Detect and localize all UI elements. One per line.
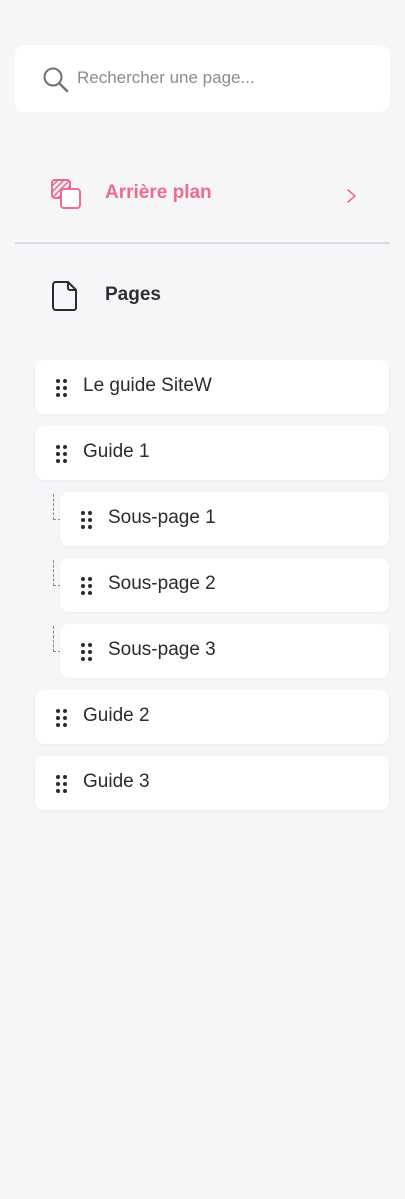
pages-section-label: Pages: [105, 284, 161, 305]
drag-handle-icon[interactable]: [55, 709, 69, 727]
page-item-sous-page-3[interactable]: Sous-page 3: [60, 624, 389, 678]
background-layers-icon: [51, 179, 81, 209]
search-input[interactable]: [77, 63, 377, 93]
page-item-le-guide-sitew[interactable]: Le guide SiteW: [35, 360, 389, 414]
page-item-title: Guide 2: [83, 705, 150, 726]
page-item-sous-page-2[interactable]: Sous-page 2: [60, 558, 389, 612]
search-icon: [43, 67, 69, 93]
background-settings-row[interactable]: Arrière plan: [15, 160, 390, 230]
page-item-guide-2[interactable]: Guide 2: [35, 690, 389, 744]
background-settings-label: Arrière plan: [105, 182, 212, 203]
page-item-title: Sous-page 1: [108, 507, 216, 528]
section-divider: [15, 242, 390, 244]
page-item-title: Sous-page 2: [108, 573, 216, 594]
page-item-title: Guide 3: [83, 771, 150, 792]
page-item-title: Guide 1: [83, 441, 150, 462]
page-item-title: Le guide SiteW: [83, 375, 212, 396]
page-item-guide-3[interactable]: Guide 3: [35, 756, 389, 810]
drag-handle-icon[interactable]: [55, 775, 69, 793]
search-box: [15, 45, 390, 112]
drag-handle-icon[interactable]: [55, 445, 69, 463]
page-item-guide-1[interactable]: Guide 1: [35, 426, 389, 480]
chevron-right-icon: [347, 189, 356, 203]
page-item-sous-page-1[interactable]: Sous-page 1: [60, 492, 389, 546]
page-document-icon: [52, 281, 77, 311]
drag-handle-icon[interactable]: [80, 643, 94, 661]
pages-section-header: Pages: [15, 270, 390, 325]
drag-handle-icon[interactable]: [55, 379, 69, 397]
drag-handle-icon[interactable]: [80, 511, 94, 529]
page-item-title: Sous-page 3: [108, 639, 216, 660]
drag-handle-icon[interactable]: [80, 577, 94, 595]
